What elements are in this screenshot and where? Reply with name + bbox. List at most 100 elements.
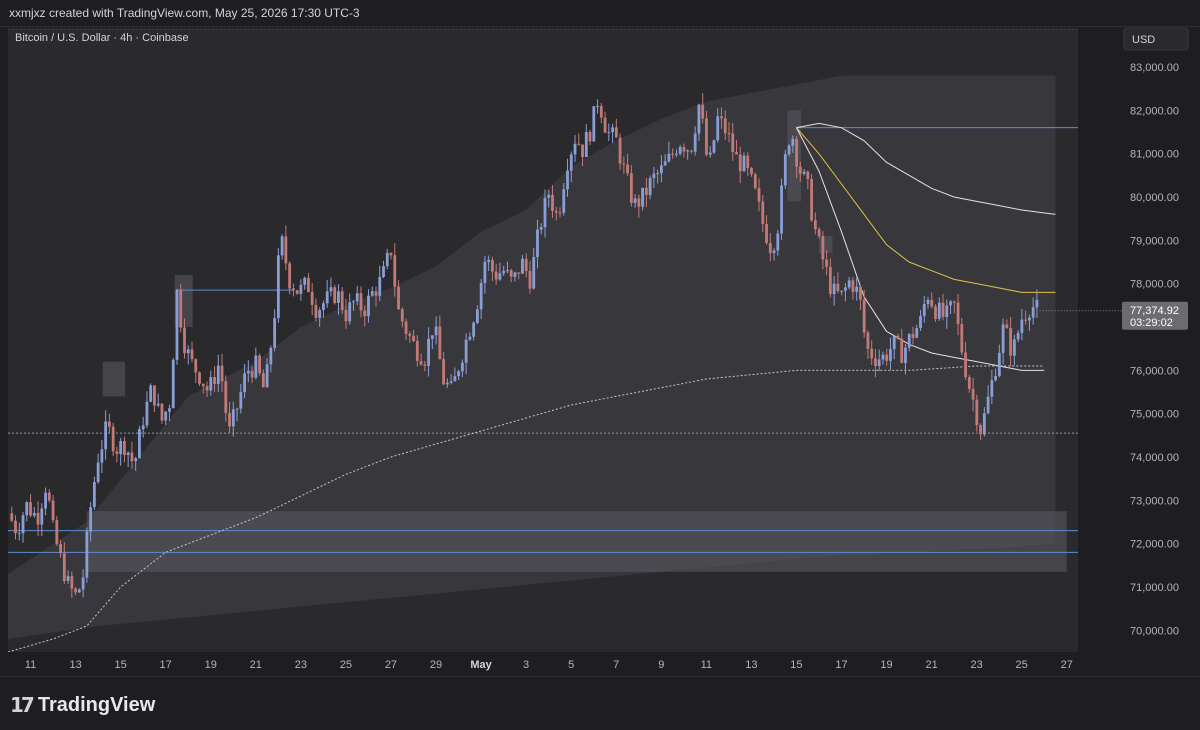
- time-tick-label: 27: [1061, 659, 1073, 671]
- price-chart[interactable]: 83,000.00 82,000.00 81,000.00 80,000.00 79,0…: [0, 0, 1200, 676]
- candle-body: [776, 233, 780, 251]
- candle-body: [487, 259, 491, 262]
- candle-body: [753, 174, 757, 189]
- candle-body: [641, 187, 645, 207]
- time-tick-label: 19: [880, 659, 892, 671]
- candle-body: [994, 376, 998, 381]
- candle-body: [919, 316, 922, 329]
- candle-body: [949, 301, 952, 306]
- candle-body: [926, 299, 930, 305]
- price-tick-label: 70,000.00: [1130, 625, 1179, 637]
- candle-body: [216, 365, 220, 384]
- candle-body: [322, 303, 325, 311]
- candle-body: [47, 492, 51, 501]
- price-tick-label: 72,000.00: [1130, 539, 1179, 551]
- candle-body: [344, 309, 348, 322]
- candle-body: [896, 335, 900, 339]
- candle-body: [708, 152, 712, 155]
- candle-body: [986, 396, 990, 414]
- candle-body: [179, 289, 183, 328]
- candle-body: [44, 492, 47, 509]
- candle-body: [168, 408, 171, 412]
- tradingview-logo[interactable]: 17 TradingView: [10, 693, 155, 717]
- candle-body: [325, 291, 329, 304]
- candle-body: [678, 146, 682, 154]
- candle-body: [299, 284, 303, 294]
- candle-body: [404, 321, 408, 334]
- price-tick-label: 80,000.00: [1130, 192, 1179, 204]
- candle-body: [434, 326, 438, 336]
- candle-body: [355, 293, 359, 302]
- price-axis[interactable]: [1078, 28, 1200, 652]
- candle-body: [889, 349, 892, 361]
- candle-body: [836, 283, 840, 292]
- candle-body: [1027, 317, 1031, 321]
- candle-body: [584, 132, 588, 157]
- candle-body: [92, 482, 96, 508]
- candle-body: [712, 140, 716, 153]
- candle-body: [656, 173, 660, 175]
- candle-body: [1020, 319, 1024, 333]
- candle-body: [295, 290, 299, 294]
- candle-body: [389, 252, 393, 256]
- candle-body: [40, 508, 44, 525]
- price-tick-label: 75,000.00: [1130, 409, 1179, 421]
- candle-body: [828, 266, 832, 295]
- last-price-countdown: 03:29:02: [1130, 317, 1173, 329]
- time-tick-label: 13: [69, 659, 81, 671]
- candle-body: [29, 502, 32, 516]
- candle-body: [228, 412, 231, 427]
- candle-body: [231, 409, 235, 427]
- candle-body: [806, 171, 810, 180]
- candle-body: [220, 365, 224, 382]
- candle-body: [599, 106, 603, 118]
- candle-body: [547, 194, 551, 198]
- candle-body: [62, 553, 66, 581]
- candle-body: [74, 588, 77, 593]
- candle-body: [303, 277, 307, 285]
- time-tick-label: 23: [971, 659, 983, 671]
- candle-body: [554, 210, 558, 213]
- candle-body: [81, 577, 85, 590]
- candle-body: [100, 449, 104, 463]
- candle-body: [269, 347, 273, 365]
- candle-body: [566, 170, 569, 190]
- candle-body: [235, 408, 239, 410]
- candle-body: [671, 153, 675, 155]
- candle-body: [123, 441, 126, 456]
- candle-body: [423, 364, 427, 366]
- zone-2: [102, 361, 126, 397]
- candle-body: [682, 146, 686, 152]
- candle-body: [907, 334, 911, 348]
- candle-body: [1016, 332, 1020, 340]
- candle-body: [956, 302, 960, 325]
- candle-body: [442, 359, 445, 385]
- candle-body: [314, 304, 318, 318]
- candle-body: [201, 383, 205, 387]
- candle-body: [246, 370, 250, 374]
- candle-body: [772, 250, 776, 254]
- time-tick-label: 15: [790, 659, 802, 671]
- candle-body: [573, 143, 577, 155]
- candle-body: [967, 377, 971, 389]
- candle-body: [318, 310, 322, 318]
- candle-body: [333, 287, 337, 303]
- candle-body: [171, 359, 175, 409]
- candle-body: [337, 291, 340, 303]
- candle-body: [506, 270, 509, 272]
- candle-body: [464, 339, 468, 363]
- time-tick-label: 15: [115, 659, 127, 671]
- candle-body: [705, 118, 708, 155]
- candle-body: [21, 515, 25, 534]
- candle-body: [239, 392, 243, 409]
- candle-body: [10, 513, 14, 521]
- candle-body: [491, 259, 494, 272]
- candle-body: [821, 236, 825, 260]
- candle-body: [183, 327, 186, 354]
- candle-body: [378, 276, 382, 296]
- candle-body: [17, 533, 21, 535]
- candle-body: [588, 132, 592, 142]
- candle-body: [952, 301, 956, 303]
- candle-body: [791, 138, 795, 146]
- time-tick-label: 3: [523, 659, 529, 671]
